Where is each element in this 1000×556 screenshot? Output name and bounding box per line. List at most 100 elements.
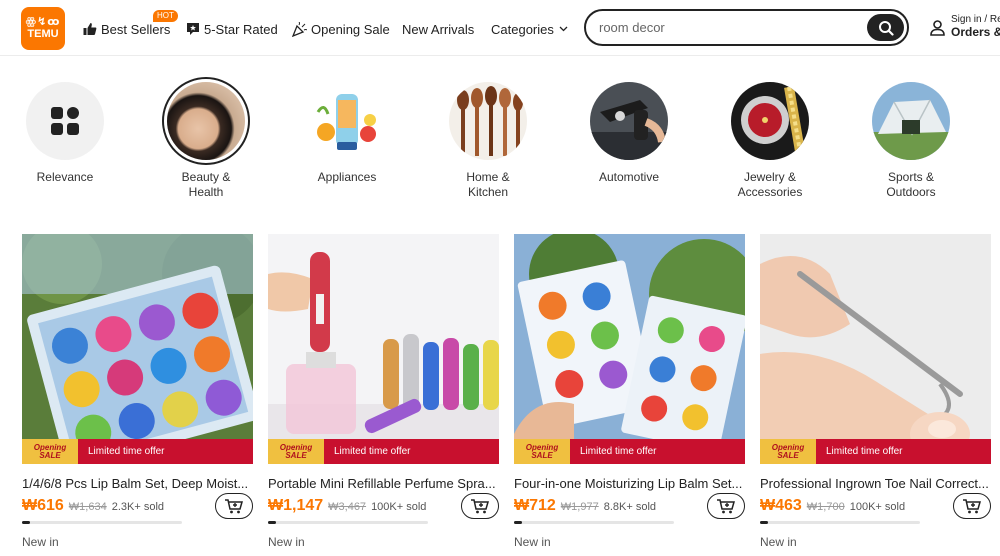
opening-sale-badge: Opening SALE bbox=[22, 439, 78, 464]
product-price: ₩616 bbox=[22, 497, 64, 514]
hot-badge: HOT bbox=[153, 10, 178, 22]
user-icon bbox=[930, 20, 945, 36]
product-title[interactable]: Professional Ingrown Toe Nail Correct... bbox=[760, 476, 991, 491]
nav-new-arrivals[interactable]: New Arrivals bbox=[402, 19, 474, 39]
search-input[interactable] bbox=[599, 20, 859, 35]
category-image bbox=[162, 77, 250, 165]
new-in-label: New in bbox=[22, 535, 59, 549]
category-label: Home & Kitchen bbox=[466, 170, 510, 199]
category-image bbox=[872, 82, 950, 160]
category-image bbox=[731, 82, 809, 160]
chevron-down-icon bbox=[559, 26, 568, 32]
orders-label: Orders & bbox=[951, 25, 1000, 39]
category-label: Automotive bbox=[598, 170, 660, 184]
party-popper-icon bbox=[292, 21, 307, 37]
nav-opening-sale[interactable]: Opening Sale bbox=[292, 19, 390, 39]
sale-banner: Opening SALE Limited time offer bbox=[760, 439, 991, 464]
category-home-kitchen[interactable]: Home & Kitchen bbox=[433, 82, 543, 200]
product-image[interactable]: Opening SALE Limited time offer bbox=[22, 234, 253, 464]
sale-banner: Opening SALE Limited time offer bbox=[268, 439, 499, 464]
category-automotive[interactable]: Automotive bbox=[574, 82, 684, 185]
nav-categories[interactable]: Categories bbox=[491, 19, 568, 39]
category-label: Jewelry & Accessories bbox=[737, 170, 803, 199]
nav-label: Categories bbox=[491, 21, 554, 37]
category-image bbox=[590, 82, 668, 160]
original-price: ₩1,977 bbox=[560, 501, 599, 513]
product-image[interactable]: Opening SALE Limited time offer bbox=[514, 234, 745, 464]
product-card[interactable]: Opening SALE Limited time offer 1/4/6/8 P… bbox=[22, 234, 253, 549]
nav-5-star-rated[interactable]: 5-Star Rated bbox=[186, 19, 278, 39]
price-row: ₩616 ₩1,634 2.3K+ sold bbox=[22, 493, 253, 519]
add-cart-icon bbox=[470, 498, 490, 514]
add-cart-icon bbox=[716, 498, 736, 514]
temu-logo[interactable]: ꙮ↯ꝏ TEMU bbox=[21, 7, 65, 50]
new-in-label: New in bbox=[760, 535, 797, 549]
sold-count: 100K+ sold bbox=[849, 501, 906, 513]
category-label: Beauty & Health bbox=[181, 170, 231, 199]
category-appliances[interactable]: Appliances bbox=[292, 82, 402, 185]
opening-sale-badge: Opening SALE bbox=[760, 439, 816, 464]
product-title[interactable]: 1/4/6/8 Pcs Lip Balm Set, Deep Moist... bbox=[22, 476, 253, 491]
product-image[interactable]: Opening SALE Limited time offer bbox=[760, 234, 991, 464]
nav-best-sellers[interactable]: Best Sellers bbox=[83, 19, 170, 39]
sale-banner: Opening SALE Limited time offer bbox=[514, 439, 745, 464]
sales-progress-bar bbox=[22, 521, 182, 524]
product-title[interactable]: Portable Mini Refillable Perfume Spra... bbox=[268, 476, 499, 491]
sale-text: Limited time offer bbox=[88, 446, 165, 457]
category-label: Relevance bbox=[36, 170, 94, 184]
category-jewelry-accessories[interactable]: Jewelry & Accessories bbox=[715, 82, 825, 200]
nav-label: New Arrivals bbox=[402, 21, 475, 37]
sale-text: Limited time offer bbox=[334, 446, 411, 457]
category-label: Sports & Outdoors bbox=[886, 170, 936, 199]
product-card[interactable]: Opening SALE Limited time offer Four-in-o… bbox=[514, 234, 745, 549]
star-review-icon bbox=[186, 22, 200, 36]
sale-banner: Opening SALE Limited time offer bbox=[22, 439, 253, 464]
price-row: ₩1,147 ₩3,467 100K+ sold bbox=[268, 493, 499, 519]
opening-sale-badge: Opening SALE bbox=[514, 439, 570, 464]
sales-progress-bar bbox=[268, 521, 428, 524]
grid-icon bbox=[26, 82, 104, 160]
account-menu[interactable]: Sign in / Re Orders & bbox=[930, 14, 1000, 38]
add-to-cart-button[interactable] bbox=[953, 493, 991, 519]
product-price: ₩463 bbox=[760, 497, 802, 514]
product-price: ₩1,147 bbox=[268, 497, 324, 514]
top-header: ꙮ↯ꝏ TEMU Best Sellers HOT 5-Star Rated O… bbox=[0, 0, 1000, 56]
category-beauty-health[interactable]: Beauty & Health bbox=[151, 77, 261, 200]
opening-sale-badge: Opening SALE bbox=[268, 439, 324, 464]
original-price: ₩1,634 bbox=[68, 501, 107, 513]
nav-label: Best Sellers bbox=[101, 21, 171, 37]
new-in-label: New in bbox=[268, 535, 305, 549]
nav-label: 5-Star Rated bbox=[204, 21, 278, 37]
nav-label: Opening Sale bbox=[311, 21, 390, 37]
sales-progress-bar bbox=[760, 521, 920, 524]
sale-text: Limited time offer bbox=[826, 446, 903, 457]
original-price: ₩1,700 bbox=[806, 501, 845, 513]
add-cart-icon bbox=[962, 498, 982, 514]
product-price: ₩712 bbox=[514, 497, 556, 514]
search-icon bbox=[878, 20, 894, 36]
original-price: ₩3,467 bbox=[328, 501, 367, 513]
add-cart-icon bbox=[224, 498, 244, 514]
sold-count: 2.3K+ sold bbox=[111, 501, 165, 513]
add-to-cart-button[interactable] bbox=[707, 493, 745, 519]
category-label: Appliances bbox=[317, 170, 377, 184]
sales-progress-bar bbox=[514, 521, 674, 524]
category-image bbox=[449, 82, 527, 160]
search-bar bbox=[584, 9, 909, 46]
add-to-cart-button[interactable] bbox=[461, 493, 499, 519]
add-to-cart-button[interactable] bbox=[215, 493, 253, 519]
category-relevance[interactable]: Relevance bbox=[10, 82, 120, 185]
category-sports-outdoors[interactable]: Sports & Outdoors bbox=[856, 82, 966, 200]
product-title[interactable]: Four-in-one Moisturizing Lip Balm Set... bbox=[514, 476, 745, 491]
sale-text: Limited time offer bbox=[580, 446, 657, 457]
sold-count: 100K+ sold bbox=[371, 501, 427, 513]
search-button[interactable] bbox=[867, 14, 904, 41]
product-card[interactable]: Opening SALE Limited time offer Professio… bbox=[760, 234, 991, 549]
product-image[interactable]: Opening SALE Limited time offer bbox=[268, 234, 499, 464]
price-row: ₩712 ₩1,977 8.8K+ sold bbox=[514, 493, 745, 519]
sold-count: 8.8K+ sold bbox=[603, 501, 657, 513]
price-row: ₩463 ₩1,700 100K+ sold bbox=[760, 493, 991, 519]
product-card[interactable]: Opening SALE Limited time offer Portable … bbox=[268, 234, 499, 549]
category-image bbox=[308, 82, 386, 160]
new-in-label: New in bbox=[514, 535, 551, 549]
